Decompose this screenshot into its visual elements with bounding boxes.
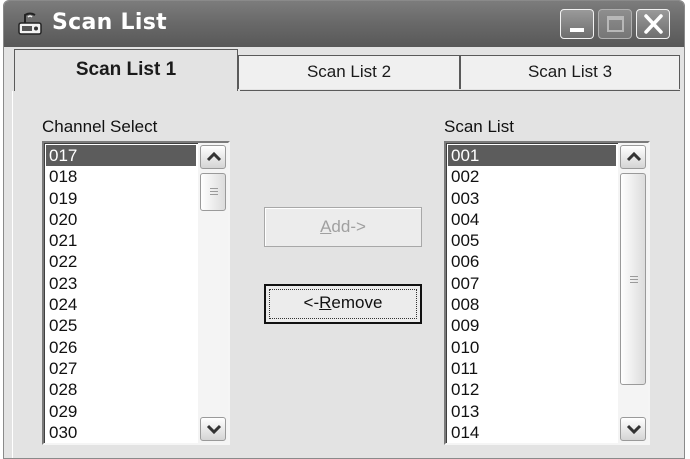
tab-strip: Scan List 1 Scan List 2 Scan List 3 — [10, 49, 680, 91]
list-item[interactable]: 018 — [46, 166, 196, 187]
scan-list-scrollbar[interactable] — [618, 143, 648, 443]
add-label-mnemonic: A — [320, 217, 332, 236]
channel-select-listbox[interactable]: 017 018 019 020 021 022 023 024 025 026 … — [42, 141, 230, 445]
list-item[interactable]: 007 — [448, 273, 616, 294]
list-item[interactable]: 004 — [448, 209, 616, 230]
minimize-button[interactable] — [560, 9, 594, 39]
list-item[interactable]: 011 — [448, 358, 616, 379]
list-item[interactable]: 002 — [448, 166, 616, 187]
chevron-down-icon — [626, 424, 642, 435]
list-item[interactable]: 013 — [448, 401, 616, 422]
list-item[interactable]: 028 — [46, 379, 196, 400]
tab-scan-list-3[interactable]: Scan List 3 — [460, 55, 680, 89]
close-icon — [644, 14, 663, 34]
minimize-icon — [570, 28, 584, 32]
scanner-app-icon — [16, 11, 44, 37]
scan-list-scroll-thumb[interactable] — [620, 173, 646, 385]
chevron-up-icon — [626, 151, 642, 162]
window-title: Scan List — [52, 10, 167, 35]
scroll-down-button[interactable] — [200, 417, 226, 441]
list-item[interactable]: 024 — [46, 294, 196, 315]
channel-select-label: Channel Select — [42, 117, 158, 136]
maximize-icon — [607, 16, 624, 32]
remove-label-prefix: <- — [303, 293, 320, 312]
list-item[interactable]: 010 — [448, 337, 616, 358]
scroll-up-button[interactable] — [200, 145, 226, 169]
list-item[interactable]: 020 — [46, 209, 196, 230]
channel-scrollbar[interactable] — [198, 143, 228, 443]
add-button[interactable]: Add-> — [264, 207, 422, 247]
chevron-down-icon — [206, 424, 222, 435]
list-item[interactable]: 026 — [46, 337, 196, 358]
list-item[interactable]: 023 — [46, 273, 196, 294]
list-item[interactable]: 027 — [46, 358, 196, 379]
list-item[interactable]: 029 — [46, 401, 196, 422]
title-bar[interactable]: Scan List — [4, 1, 684, 47]
list-item[interactable]: 008 — [448, 294, 616, 315]
list-item[interactable]: 030 — [46, 422, 196, 443]
list-item[interactable]: 012 — [448, 379, 616, 400]
list-item[interactable]: 021 — [46, 230, 196, 251]
list-item[interactable]: 017 — [46, 145, 196, 167]
channel-items: 017 018 019 020 021 022 023 024 025 026 … — [46, 145, 196, 443]
list-item[interactable]: 006 — [448, 251, 616, 272]
remove-button[interactable]: <-Remove — [264, 284, 422, 324]
scroll-down-button[interactable] — [620, 417, 646, 441]
maximize-button[interactable] — [598, 9, 632, 39]
remove-label-suffix: emove — [331, 293, 383, 312]
list-item[interactable]: 009 — [448, 315, 616, 336]
close-button[interactable] — [636, 9, 670, 39]
list-item[interactable]: 001 — [448, 145, 616, 167]
list-item[interactable]: 019 — [46, 188, 196, 209]
tab-scan-list-2[interactable]: Scan List 2 — [238, 55, 460, 89]
chevron-up-icon — [206, 151, 222, 162]
scan-list-listbox[interactable]: 001 002 003 004 005 006 007 008 009 010 … — [444, 141, 650, 445]
list-item[interactable]: 003 — [448, 188, 616, 209]
scan-list-1-panel: Channel Select 017 018 019 020 021 022 0… — [12, 91, 678, 458]
channel-scroll-thumb[interactable] — [200, 173, 226, 211]
list-item[interactable]: 025 — [46, 315, 196, 336]
list-item[interactable]: 005 — [448, 230, 616, 251]
tab-scan-list-1[interactable]: Scan List 1 — [14, 49, 238, 91]
scan-list-window: Scan List Scan List 1 Scan List 2 Scan L… — [3, 0, 685, 459]
list-item[interactable]: 022 — [46, 251, 196, 272]
list-item[interactable]: 014 — [448, 422, 616, 443]
scan-list-label: Scan List — [444, 117, 514, 136]
add-label-suffix: dd-> — [331, 217, 366, 236]
scan-items: 001 002 003 004 005 006 007 008 009 010 … — [448, 145, 616, 443]
scroll-up-button[interactable] — [620, 145, 646, 169]
